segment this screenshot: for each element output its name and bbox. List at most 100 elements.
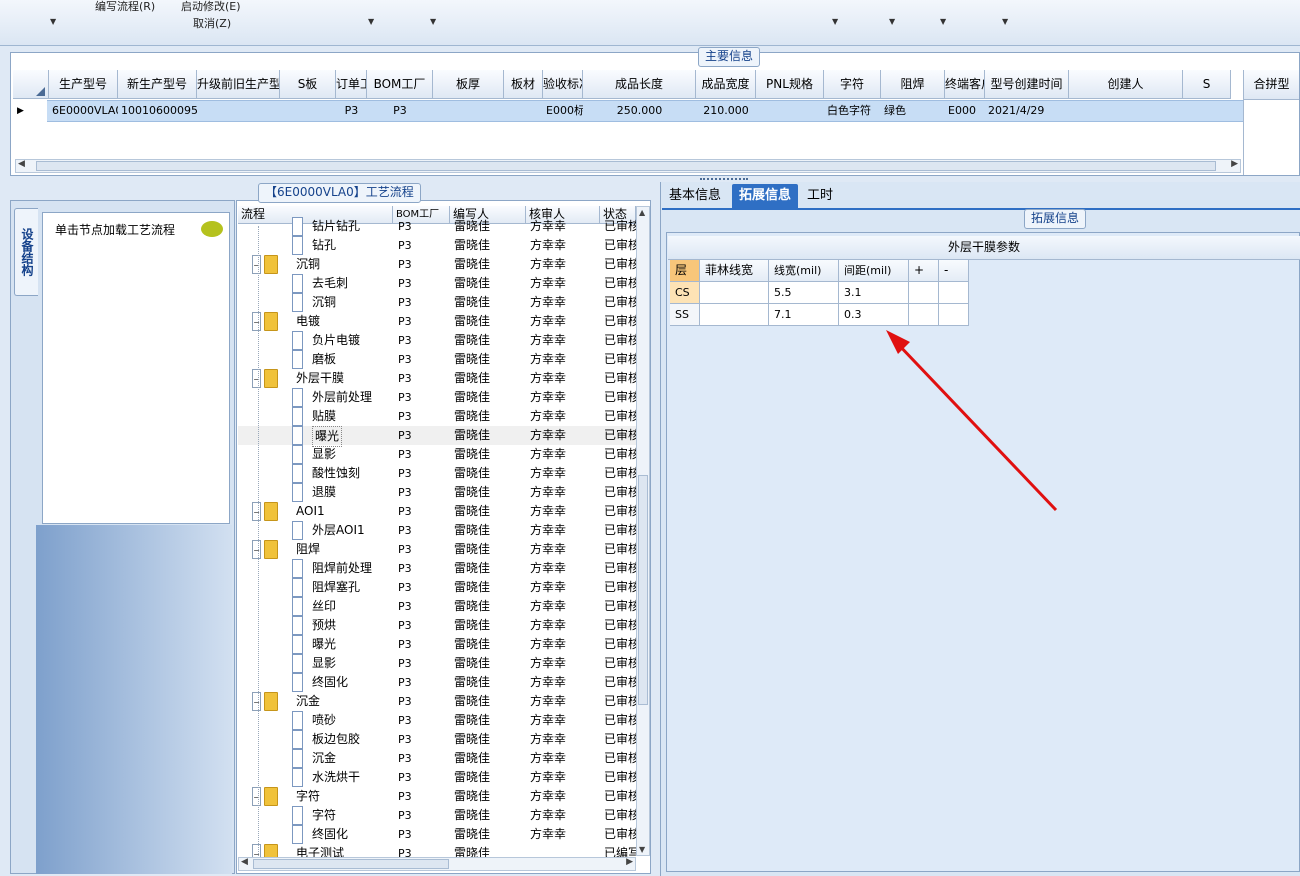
tree-folder-row[interactable]: − 外层干膜 P3 雷晓佳 方幸幸 已审核 (238, 369, 636, 388)
param-column-header[interactable]: + (909, 260, 939, 282)
main-horizontal-scrollbar[interactable]: ◀ ▶ (15, 159, 1241, 173)
table-cell[interactable] (504, 100, 543, 121)
scroll-up-icon[interactable]: ▲ (639, 208, 645, 217)
tab-1[interactable]: 拓展信息 (732, 184, 799, 208)
param-cell[interactable]: SS (670, 304, 700, 326)
param-cell[interactable]: CS (670, 282, 700, 304)
table-cell[interactable] (756, 100, 824, 121)
table-cell[interactable]: 绿色 (881, 100, 945, 121)
scroll-left-icon[interactable]: ◀ (18, 159, 25, 169)
tab-2[interactable]: 工时 (800, 184, 840, 208)
tree-item-row[interactable]: 曝光 P3 雷晓佳 方幸幸 已审核 (238, 635, 636, 654)
column-header[interactable]: 成品长度 (583, 70, 696, 99)
column-header[interactable]: 创建人 (1069, 70, 1183, 99)
column-header[interactable]: 新生产型号 (118, 70, 197, 99)
tree-item-row[interactable]: 曝光 P3 雷晓佳 方幸幸 已审核 (238, 426, 636, 447)
column-header[interactable]: 订单工厂 (336, 70, 367, 99)
scroll-left-icon[interactable]: ◀ (241, 857, 248, 867)
column-header[interactable]: 生产型号 (49, 70, 118, 99)
edit-flow-button[interactable]: 编写流程(R) (95, 0, 155, 14)
collapse-icon[interactable]: − (252, 502, 261, 521)
nav-item-load-flow[interactable]: 单击节点加载工艺流程 (55, 221, 175, 238)
param-cell[interactable] (939, 282, 969, 304)
tree-horizontal-scrollbar[interactable]: ◀ ▶ (238, 857, 636, 871)
column-header[interactable]: 板材 (504, 70, 543, 99)
table-cell[interactable] (280, 100, 336, 121)
column-header[interactable]: S (1183, 70, 1231, 99)
column-header[interactable]: 成品宽度 (696, 70, 756, 99)
tree-item-row[interactable]: 阻焊塞孔 P3 雷晓佳 方幸幸 已审核 (238, 578, 636, 597)
tree-folder-row[interactable]: − 电镀 P3 雷晓佳 方幸幸 已审核 (238, 312, 636, 331)
tree-item-row[interactable]: 预烘 P3 雷晓佳 方幸幸 已审核 (238, 616, 636, 635)
tree-item-row[interactable]: 阻焊前处理 P3 雷晓佳 方幸幸 已审核 (238, 559, 636, 578)
table-cell[interactable]: 白色字符 (824, 100, 881, 121)
tree-folder-row[interactable]: − 沉铜 P3 雷晓佳 方幸幸 已审核 (238, 255, 636, 274)
collapse-icon[interactable]: − (252, 540, 261, 559)
cancel-button[interactable]: 取消(Z) (193, 15, 231, 31)
scroll-thumb[interactable] (36, 161, 1216, 171)
tree-item-row[interactable]: 外层AOI1 P3 雷晓佳 方幸幸 已审核 (238, 521, 636, 540)
column-header[interactable]: 阻焊 (881, 70, 945, 99)
table-cell[interactable]: E000标准 (543, 100, 583, 121)
dropdown-arrow-icon[interactable]: ▼ (430, 17, 436, 26)
param-column-header[interactable]: 菲林线宽 (700, 260, 769, 282)
tree-item-row[interactable]: 水洗烘干 P3 雷晓佳 方幸幸 已审核 (238, 768, 636, 787)
table-cell[interactable]: 6E0000VLA0 (49, 100, 118, 121)
column-header[interactable]: 验收标准 (543, 70, 583, 99)
dropdown-arrow-icon[interactable]: ▼ (940, 17, 946, 26)
tree-item-row[interactable]: 终固化 P3 雷晓佳 方幸幸 已审核 (238, 673, 636, 692)
param-cell[interactable]: 5.5 (769, 282, 839, 304)
tree-folder-row[interactable]: − 阻焊 P3 雷晓佳 方幸幸 已审核 (238, 540, 636, 559)
tree-folder-row[interactable]: − 沉金 P3 雷晓佳 方幸幸 已审核 (238, 692, 636, 711)
scroll-down-icon[interactable]: ▼ (639, 845, 645, 854)
param-cell[interactable]: 7.1 (769, 304, 839, 326)
table-cell[interactable]: E000 (945, 100, 985, 121)
table-cell[interactable] (197, 100, 280, 121)
tree-item-row[interactable]: 酸性蚀刻 P3 雷晓佳 方幸幸 已审核 (238, 464, 636, 483)
dropdown-arrow-icon[interactable]: ▼ (889, 17, 895, 26)
table-cell[interactable]: 250.000 (583, 100, 696, 121)
tree-vertical-scrollbar[interactable]: ▲ ▼ (636, 206, 650, 856)
dropdown-arrow-icon[interactable]: ▼ (50, 17, 56, 26)
collapse-icon[interactable]: − (252, 369, 261, 388)
scroll-right-icon[interactable]: ▶ (1231, 159, 1238, 169)
tree-item-row[interactable]: 钻孔 P3 雷晓佳 方幸幸 已审核 (238, 236, 636, 255)
tree-folder-row[interactable]: − 字符 P3 雷晓佳 方幸幸 已审核 (238, 787, 636, 806)
param-column-header[interactable]: - (939, 260, 969, 282)
column-header[interactable]: 型号创建时间 (985, 70, 1069, 99)
scroll-right-icon[interactable]: ▶ (626, 857, 633, 867)
param-column-header[interactable]: 线宽(mil) (769, 260, 839, 282)
param-column-header[interactable]: 层 (670, 260, 700, 282)
column-header[interactable]: 字符 (824, 70, 881, 99)
start-modify-button[interactable]: 启动修改(E) (181, 0, 241, 14)
column-header[interactable]: S板 (280, 70, 336, 99)
table-cell[interactable]: 10010600095188 (118, 100, 197, 121)
dropdown-arrow-icon[interactable]: ▼ (368, 17, 374, 26)
tree-item-row[interactable]: 外层前处理 P3 雷晓佳 方幸幸 已审核 (238, 388, 636, 407)
collapse-icon[interactable]: − (252, 692, 261, 711)
table-cell[interactable]: 2021/4/29 (985, 100, 1069, 121)
tree-item-row[interactable]: 磨板 P3 雷晓佳 方幸幸 已审核 (238, 350, 636, 369)
scroll-thumb[interactable] (253, 859, 449, 869)
tree-item-row[interactable]: 字符 P3 雷晓佳 方幸幸 已审核 (238, 806, 636, 825)
collapse-icon[interactable]: − (252, 312, 261, 331)
column-header[interactable]: 板厚 (433, 70, 504, 99)
column-header[interactable]: PNL规格 (756, 70, 824, 99)
tree-folder-row[interactable]: − AOI1 P3 雷晓佳 方幸幸 已审核 (238, 502, 636, 521)
table-cell[interactable] (433, 100, 504, 121)
param-cell[interactable] (909, 282, 939, 304)
collapse-icon[interactable]: − (252, 255, 261, 274)
column-header[interactable]: 升级前旧生产型号 (197, 70, 280, 99)
tree-item-row[interactable]: 显影 P3 雷晓佳 方幸幸 已审核 (238, 654, 636, 673)
tree-item-row[interactable]: 沉铜 P3 雷晓佳 方幸幸 已审核 (238, 293, 636, 312)
tree-item-row[interactable]: 退膜 P3 雷晓佳 方幸幸 已审核 (238, 483, 636, 502)
column-header[interactable]: 终端客户代码 (945, 70, 985, 99)
param-column-header[interactable]: 间距(mil) (839, 260, 909, 282)
column-header[interactable]: BOM工厂 (367, 70, 433, 99)
tree-item-row[interactable]: 钻片钻孔 P3 雷晓佳 方幸幸 已审核 (238, 217, 636, 236)
table-cell[interactable]: P3 (336, 100, 367, 121)
table-cell[interactable] (1069, 100, 1183, 121)
collapse-icon[interactable]: − (252, 787, 261, 806)
param-cell[interactable] (700, 282, 769, 304)
table-cell[interactable] (1183, 100, 1231, 121)
